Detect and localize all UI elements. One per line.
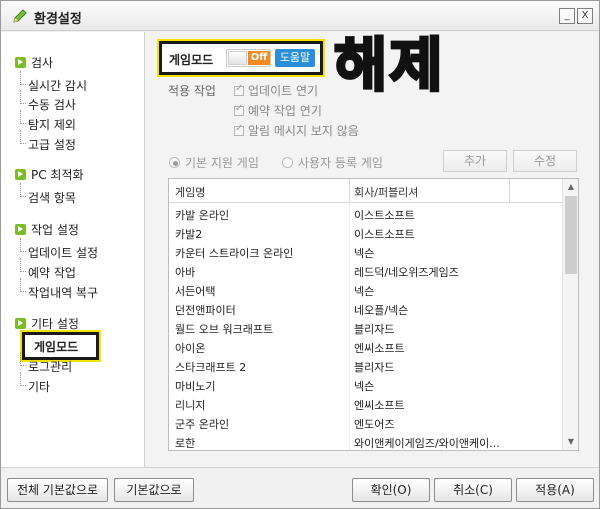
minimize-button[interactable]: _ [559,8,575,24]
checkbox-icon [234,83,244,96]
checkbox-icon [234,123,244,136]
sidebar-item-search-items[interactable]: 검색 항목 [20,183,128,206]
game-mode-box: 게임모드 Off 도움말 [157,39,325,77]
table-row[interactable]: 월드 오브 워크래프트 블리자드 [169,318,562,337]
table-header: 게임명 회사/퍼블리셔 [169,179,562,203]
arrow-right-icon [15,224,26,235]
game-mode-toggle[interactable]: Off [226,49,271,67]
table-row[interactable]: 아이온 엔씨소프트 [169,337,562,356]
sidebar-item-scheduled-task[interactable]: 예약 작업 [20,258,128,281]
scroll-down-icon[interactable]: ▼ [563,434,578,450]
reset-button[interactable]: 기본값으로 [114,478,194,502]
sidebar-item-exclusion[interactable]: 탐지 제외 [20,110,128,133]
checkbox-icon [234,103,244,116]
default-games-radio[interactable]: 기본 지원 게임 [169,154,259,171]
ok-button[interactable]: 확인(O) [352,478,430,502]
sidebar-item-game-mode[interactable]: 게임모드 [34,338,134,355]
game-table: 게임명 회사/퍼블리셔 카발 온라인 이스트소프트 카발2 이스트소프트 카운터 스… [168,178,579,451]
sidebar-item-manual-scan[interactable]: 수동 검사 [20,90,128,113]
radio-icon [282,157,293,168]
apply-button[interactable]: 적용(A) [516,478,594,502]
edit-button[interactable]: 수정 [513,150,577,172]
footer-bar: 전체 기본값으로 기본값으로 확인(O) 취소(C) 적용(A) [1,467,599,508]
release-annotation: 해제 [333,31,445,100]
table-row[interactable]: 마비노기 넥슨 [169,375,562,394]
defer-scheduled-checkbox[interactable]: 예약 작업 연기 [234,102,322,119]
table-body: 카발 온라인 이스트소프트 카발2 이스트소프트 카운터 스트라이크 온라인 넥슨 아… [169,204,562,450]
table-row[interactable]: 카운터 스트라이크 온라인 넥슨 [169,242,562,261]
title-bar: 환경설정 _ X [1,1,599,31]
settings-window: 환경설정 _ X 검사 실시간 감시 수동 검사 탐지 제외 고급 설정 PC … [0,0,600,509]
sidebar-item-update-settings[interactable]: 업데이트 설정 [20,238,128,261]
add-button[interactable]: 추가 [443,150,507,172]
pencil-icon [13,9,27,23]
table-row[interactable]: 던전앤파이터 네오플/넥슨 [169,299,562,318]
table-scrollbar[interactable]: ▲ ▼ [562,179,578,450]
sidebar-item-task-history[interactable]: 작업내역 복구 [20,278,128,301]
game-mode-label: 게임모드 [169,53,214,67]
column-header-game[interactable]: 게임명 [175,184,205,200]
close-button[interactable]: X [577,8,593,24]
arrow-right-icon [15,169,26,180]
main-panel: 게임모드 Off 도움말 해제 적용 작업 업데이트 연기 예약 작업 연기 알… [146,31,599,467]
sidebar-item-misc[interactable]: 기타 [20,372,128,395]
apply-task-label: 적용 작업 [168,84,216,98]
reset-all-button[interactable]: 전체 기본값으로 [7,478,108,502]
window-title: 환경설정 [34,12,82,27]
table-row[interactable]: 군주 온라인 엔도어즈 [169,413,562,432]
table-row[interactable]: 스타크래프트 2 블리자드 [169,356,562,375]
scroll-thumb[interactable] [565,196,577,274]
hide-notification-checkbox[interactable]: 알림 메시지 보지 않음 [234,122,359,139]
sidebar-group-scan[interactable]: 검사 [15,54,53,71]
table-row[interactable]: 아바 레드덕/네오위즈게임즈 [169,261,562,280]
user-games-radio[interactable]: 사용자 등록 게임 [282,154,383,171]
scroll-up-icon[interactable]: ▲ [563,179,578,195]
radio-icon [169,157,180,168]
sidebar-item-advanced[interactable]: 고급 설정 [20,130,128,153]
cancel-button[interactable]: 취소(C) [434,478,512,502]
sidebar-group-pc-optimize[interactable]: PC 최적화 [15,166,84,183]
table-row[interactable]: 리니지 엔씨소프트 [169,394,562,413]
table-row[interactable]: 카발 온라인 이스트소프트 [169,204,562,223]
sidebar-item-realtime[interactable]: 실시간 감시 [20,71,128,94]
table-row[interactable]: 로한 와이앤케이게임즈/와이앤케이... [169,432,562,450]
sidebar-item-log-management[interactable]: 로그관리 [20,352,128,375]
sidebar: 검사 실시간 감시 수동 검사 탐지 제외 고급 설정 PC 최적화 검색 항목… [1,32,145,467]
defer-update-checkbox[interactable]: 업데이트 연기 [234,82,318,99]
table-row[interactable]: 서든어택 넥슨 [169,280,562,299]
sidebar-group-other-settings[interactable]: 기타 설정 [15,315,79,332]
table-row[interactable]: 카발2 이스트소프트 [169,223,562,242]
sidebar-group-task-settings[interactable]: 작업 설정 [15,221,79,238]
column-header-publisher[interactable]: 회사/퍼블리셔 [354,184,418,200]
toggle-knob [228,51,247,65]
arrow-right-icon [15,57,26,68]
arrow-right-icon [15,318,26,329]
help-button[interactable]: 도움말 [275,49,315,67]
toggle-state: Off [248,51,270,65]
